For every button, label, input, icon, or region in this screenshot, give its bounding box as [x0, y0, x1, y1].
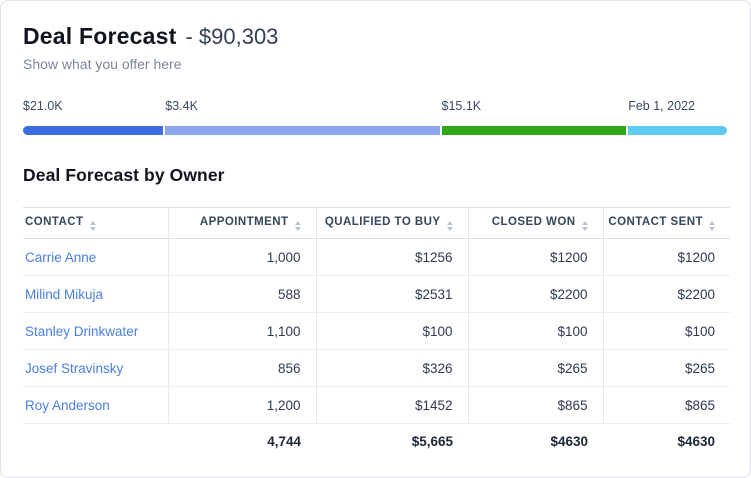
- qualified-to-buy-cell: $100: [316, 313, 468, 350]
- contact-link[interactable]: Roy Anderson: [25, 398, 110, 413]
- appointment-cell: 1,100: [168, 313, 316, 350]
- sort-icon[interactable]: [709, 221, 715, 231]
- contact-link[interactable]: Josef Stravinsky: [25, 361, 123, 376]
- progress-segment-2: [165, 126, 439, 135]
- section-heading: Deal Forecast by Owner: [23, 165, 728, 186]
- progress-segment-3: [442, 126, 627, 135]
- forecast-progress-bar: [23, 126, 728, 135]
- table-row: Milind Mikuja 588 $2531 $2200 $2200: [23, 276, 730, 313]
- appointment-total: 4,744: [168, 424, 316, 460]
- sort-icon[interactable]: [295, 221, 301, 231]
- column-header-label: CLOSED WON: [492, 216, 576, 228]
- column-header-label: CONTACT SENT: [608, 216, 703, 228]
- qualified-to-buy-total: $5,665: [316, 424, 468, 460]
- report-total-amount: - $90,303: [185, 24, 278, 50]
- deal-forecast-table: CONTACT APPOINTMENT QUALIFIED TO BUY CLO…: [23, 207, 730, 460]
- appointment-cell: 856: [168, 350, 316, 387]
- stage-label-closed-won: $15.1K: [442, 99, 627, 113]
- table-row: Josef Stravinsky 856 $326 $265 $265: [23, 350, 730, 387]
- column-header-contact-sent[interactable]: CONTACT SENT: [603, 208, 730, 239]
- column-header-qualified-to-buy[interactable]: QUALIFIED TO BUY: [316, 208, 468, 239]
- column-header-label: QUALIFIED TO BUY: [325, 216, 441, 228]
- qualified-to-buy-cell: $2531: [316, 276, 468, 313]
- appointment-cell: 588: [168, 276, 316, 313]
- contact-link[interactable]: Stanley Drinkwater: [25, 324, 138, 339]
- progress-segment-1: [23, 126, 163, 135]
- page-title: Deal Forecast - $90,303: [23, 23, 728, 50]
- sort-icon[interactable]: [90, 221, 96, 231]
- closed-won-cell: $2200: [468, 276, 603, 313]
- report-title: Deal Forecast: [23, 23, 176, 50]
- appointment-cell: 1,000: [168, 239, 316, 276]
- table-header-row: CONTACT APPOINTMENT QUALIFIED TO BUY CLO…: [23, 208, 730, 239]
- closed-won-cell: $1200: [468, 239, 603, 276]
- sort-icon[interactable]: [582, 221, 588, 231]
- contact-sent-cell: $100: [603, 313, 730, 350]
- report-subtitle: Show what you offer here: [23, 56, 728, 72]
- contact-sent-cell: $2200: [603, 276, 730, 313]
- qualified-to-buy-cell: $326: [316, 350, 468, 387]
- stage-label-qualified: $3.4K: [165, 99, 439, 113]
- forecast-stage-labels: $21.0K $3.4K $15.1K Feb 1, 2022: [23, 99, 728, 113]
- closed-won-cell: $265: [468, 350, 603, 387]
- sort-icon[interactable]: [447, 221, 453, 231]
- stage-label-date: Feb 1, 2022: [628, 99, 727, 113]
- closed-won-cell: $865: [468, 387, 603, 424]
- appointment-cell: 1,200: [168, 387, 316, 424]
- contact-sent-cell: $265: [603, 350, 730, 387]
- column-header-contact[interactable]: CONTACT: [23, 208, 168, 239]
- column-header-appointment[interactable]: APPOINTMENT: [168, 208, 316, 239]
- closed-won-total: $4630: [468, 424, 603, 460]
- stage-label-appointment: $21.0K: [23, 99, 163, 113]
- contact-link[interactable]: Milind Mikuja: [25, 287, 103, 302]
- table-row: Carrie Anne 1,000 $1256 $1200 $1200: [23, 239, 730, 276]
- totals-row: 4,744 $5,665 $4630 $4630: [23, 424, 730, 460]
- column-header-label: APPOINTMENT: [200, 216, 289, 228]
- contact-cell: Carrie Anne: [23, 239, 168, 276]
- qualified-to-buy-cell: $1452: [316, 387, 468, 424]
- column-header-label: CONTACT: [25, 216, 84, 228]
- contact-cell: Stanley Drinkwater: [23, 313, 168, 350]
- deal-forecast-card: Deal Forecast - $90,303 Show what you of…: [0, 0, 751, 478]
- table-row: Stanley Drinkwater 1,100 $100 $100 $100: [23, 313, 730, 350]
- closed-won-cell: $100: [468, 313, 603, 350]
- contact-sent-total: $4630: [603, 424, 730, 460]
- contact-cell: Roy Anderson: [23, 387, 168, 424]
- contact-sent-cell: $1200: [603, 239, 730, 276]
- contact-cell: Josef Stravinsky: [23, 350, 168, 387]
- progress-segment-4: [628, 126, 727, 135]
- contact-sent-cell: $865: [603, 387, 730, 424]
- column-header-closed-won[interactable]: CLOSED WON: [468, 208, 603, 239]
- contact-cell: Milind Mikuja: [23, 276, 168, 313]
- table-row: Roy Anderson 1,200 $1452 $865 $865: [23, 387, 730, 424]
- contact-link[interactable]: Carrie Anne: [25, 250, 96, 265]
- qualified-to-buy-cell: $1256: [316, 239, 468, 276]
- totals-empty-cell: [23, 424, 168, 460]
